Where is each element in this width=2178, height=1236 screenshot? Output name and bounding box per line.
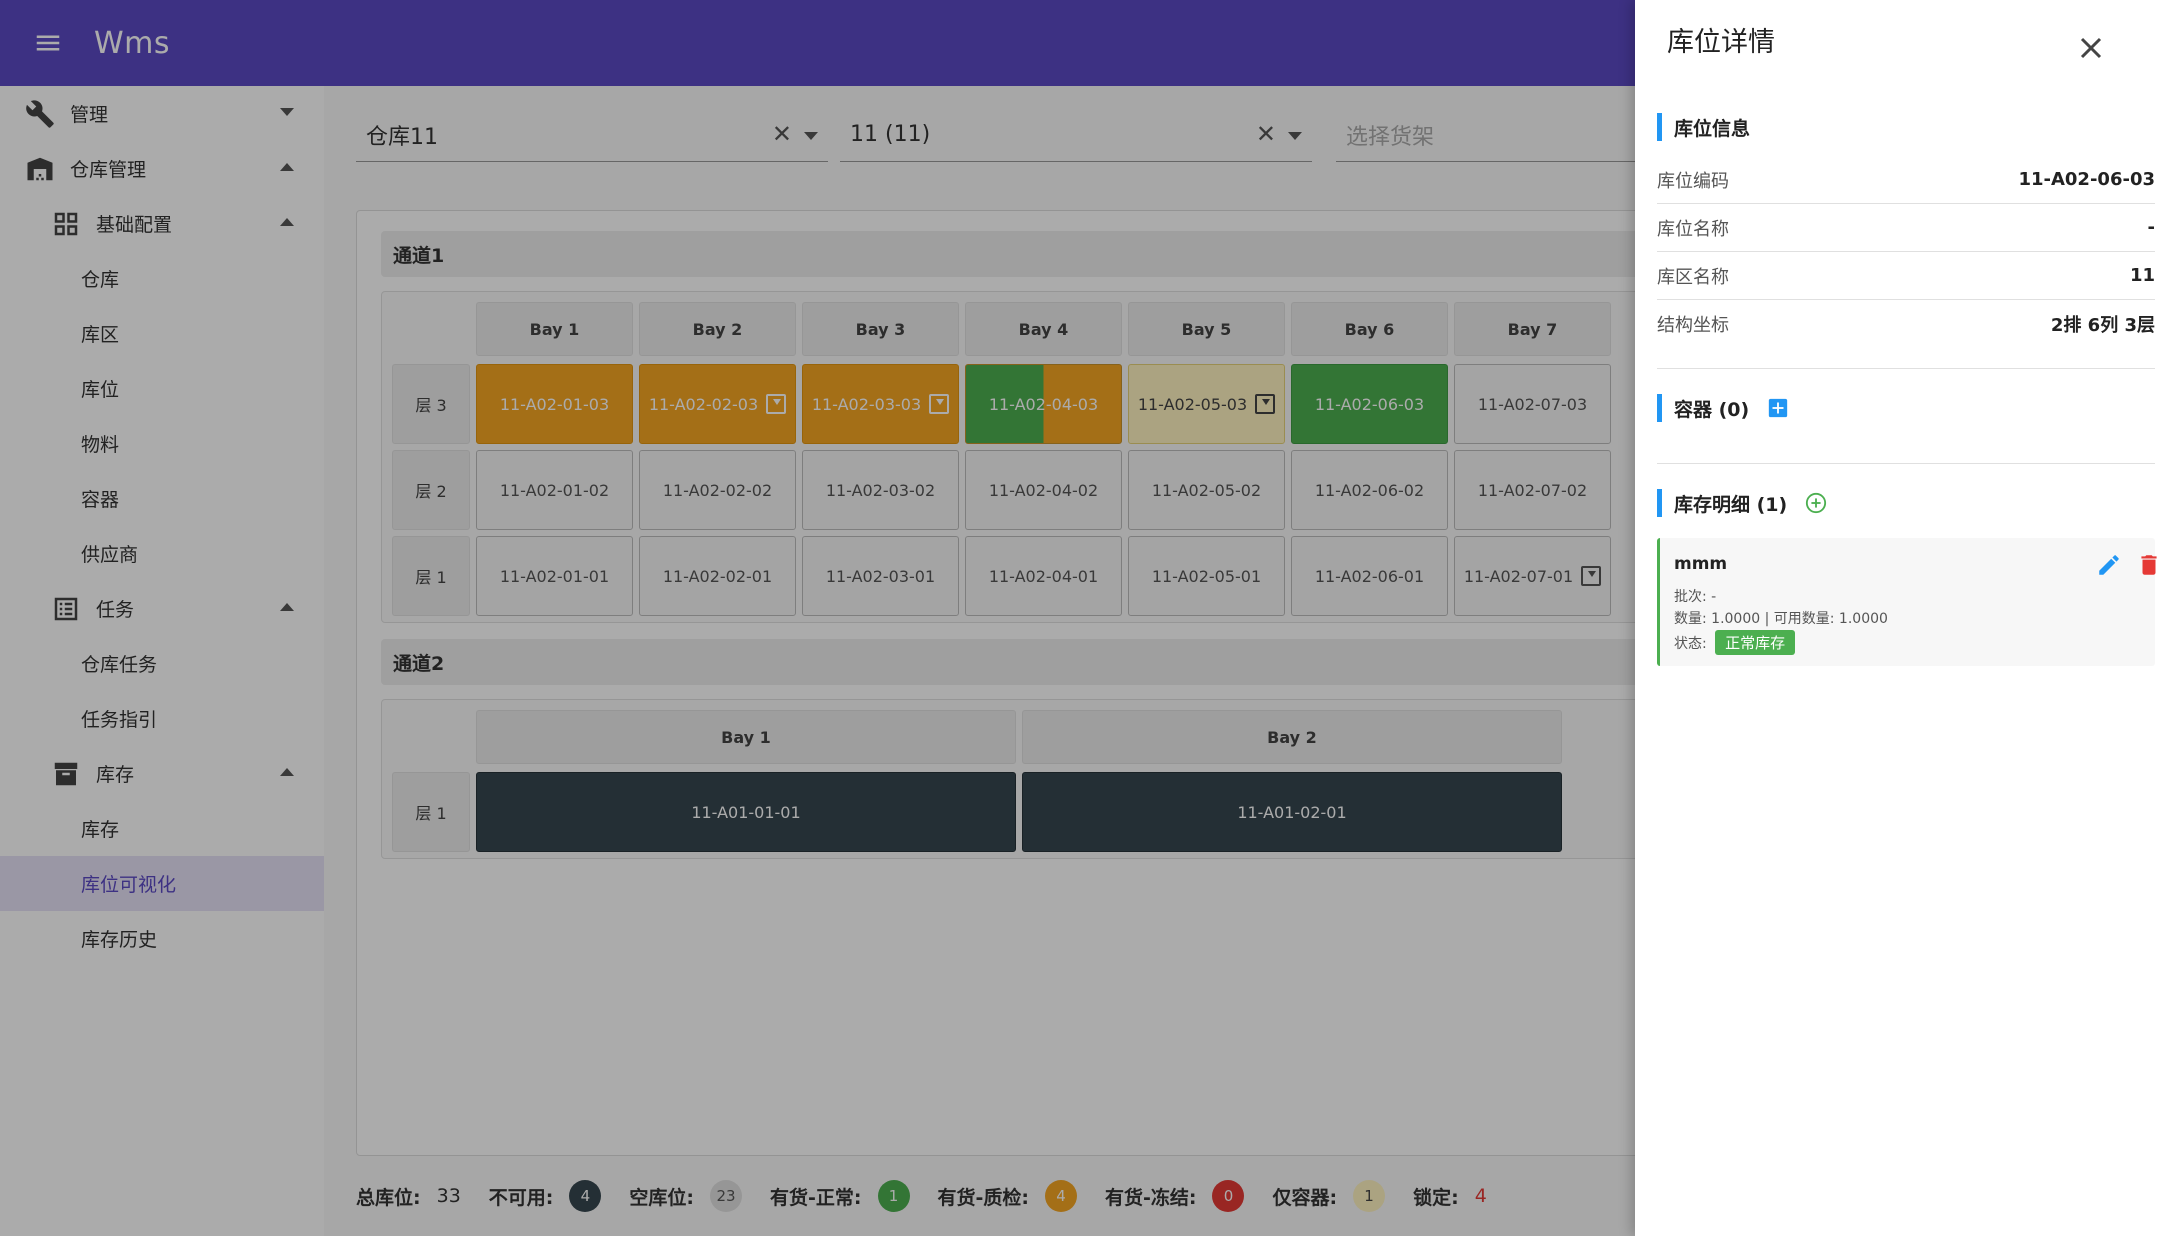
info-row-code: 库位编码 11-A02-06-03 <box>1657 156 2155 204</box>
edit-inventory-button[interactable] <box>2096 552 2122 578</box>
close-icon <box>2080 37 2102 59</box>
add-container-button[interactable] <box>1767 397 1789 419</box>
status-badge: 正常库存 <box>1715 630 1796 655</box>
close-drawer-button[interactable] <box>2073 30 2109 66</box>
add-circle-icon <box>1806 492 1827 514</box>
info-row-zone: 库区名称 11 <box>1657 252 2155 300</box>
inventory-batch: 批次: - <box>1674 589 1717 605</box>
section-inventory: 库存明细 (1) <box>1657 489 1827 517</box>
delete-inventory-button[interactable] <box>2136 552 2162 578</box>
info-row-name: 库位名称 - <box>1657 204 2155 252</box>
drawer-title: 库位详情 <box>1667 27 1775 58</box>
section-location-info: 库位信息 <box>1657 113 1750 141</box>
location-detail-drawer: 库位详情 库位信息 库位编码 11-A02-06-03 库位名称 - 库区名称 … <box>1635 0 2178 1236</box>
inventory-material-name: mmm <box>1674 554 1728 574</box>
inventory-status-row: 状态: 正常库存 <box>1674 630 1796 655</box>
pencil-icon <box>2099 555 2119 575</box>
divider <box>1657 368 2155 369</box>
section-containers: 容器 (0) <box>1657 394 1789 422</box>
info-row-coords: 结构坐标 2排 6列 3层 <box>1657 315 2155 336</box>
trash-icon <box>2141 555 2157 575</box>
add-inventory-button[interactable] <box>1805 492 1827 514</box>
add-box-icon <box>1769 398 1788 418</box>
inventory-qty: 数量: 1.0000 | 可用数量: 1.0000 <box>1674 611 1888 627</box>
divider <box>1657 463 2155 464</box>
inventory-item-card: mmm 批次: - 数量: 1.0000 | 可用数量: 1.0000 状态: … <box>1657 538 2157 666</box>
